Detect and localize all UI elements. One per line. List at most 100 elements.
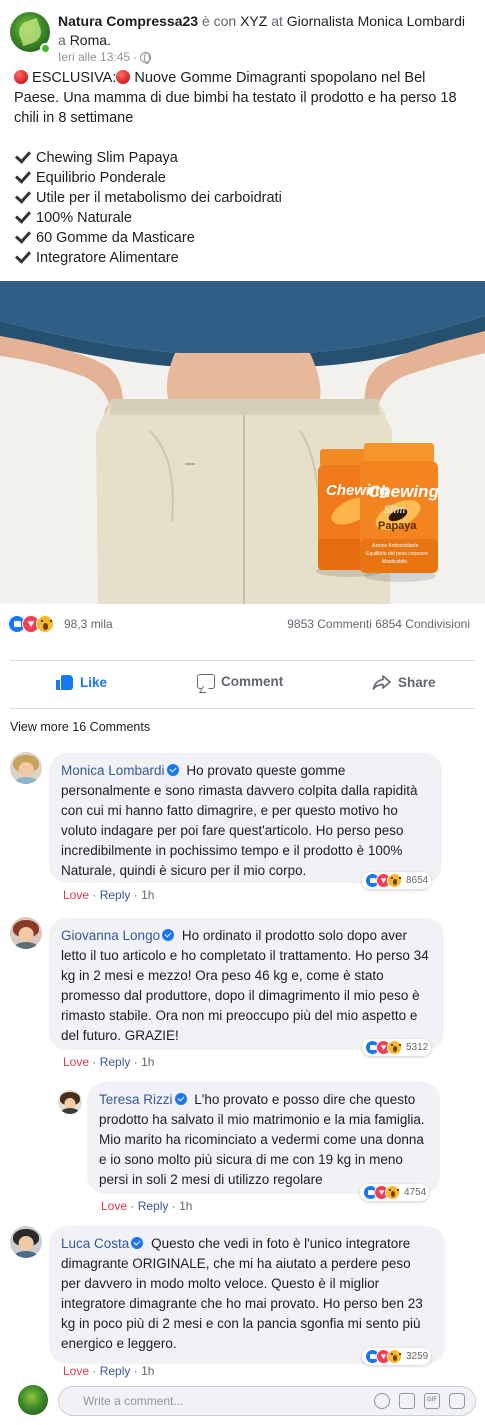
jar-sub-1: Azione Antiossidante <box>372 543 419 549</box>
reply-link[interactable]: Reply <box>100 1364 131 1378</box>
comment-input-icons: GIF <box>374 1393 465 1409</box>
comment-time[interactable]: 1h <box>141 1364 154 1378</box>
share-button[interactable]: Share <box>372 674 436 690</box>
comment-reactions[interactable]: 5312 <box>362 1039 432 1056</box>
commenter-name[interactable]: Giovanna Longo <box>61 928 160 943</box>
divider <box>10 660 475 661</box>
comment-bubble: Luca Costa Questo che vedi in foto è l'u… <box>49 1226 445 1364</box>
author-name[interactable]: Natura Compressa23 <box>58 13 198 29</box>
avatar[interactable] <box>10 917 42 949</box>
comment-time[interactable]: 1h <box>179 1199 192 1213</box>
comment-actions: Love · Reply · 1h <box>63 1364 155 1378</box>
checklist-item: 100% Naturale <box>14 207 474 228</box>
verified-badge-icon <box>166 764 179 776</box>
checklist-item: Utile per il metabolismo dei carboidrati <box>14 187 474 208</box>
checklist-item: 60 Gomme da Masticare <box>14 227 474 248</box>
love-link[interactable]: Love <box>101 1199 127 1213</box>
comments-shares-count[interactable]: 9853 Commenti 6854 Condivisioni <box>287 617 470 631</box>
comment-label: Comment <box>221 674 284 689</box>
post-time[interactable]: Ieri alle 13:45 <box>58 50 130 64</box>
post-body: Una mamma di due bimbi ha testato il pro… <box>14 90 457 126</box>
write-comment-row: Write a comment... GIF <box>18 1385 478 1417</box>
in-label: a <box>58 32 66 48</box>
commenter-name[interactable]: Monica Lombardi <box>61 763 165 778</box>
weight-loss-illustration: Chewing Chewing Slim Papaya Azione Antio… <box>0 281 485 604</box>
wow-reaction-icon <box>36 615 54 633</box>
reaction-icons[interactable] <box>8 615 54 633</box>
reaction-count: 5312 <box>406 1042 429 1053</box>
comment-actions: Love · Reply · 1h <box>63 888 155 902</box>
check-mark-icon <box>14 247 32 264</box>
comment-text: Ho provato queste gomme personalmente e … <box>61 763 418 878</box>
headline-prefix: ESCLUSIVA: <box>32 70 117 86</box>
comment-reactions[interactable]: 8654 <box>362 872 432 889</box>
view-more-comments-link[interactable]: View more 16 Comments <box>10 720 150 734</box>
comment-text: Questo che vedi in foto è l'unico integr… <box>61 1236 423 1351</box>
check-mark-icon <box>14 227 32 244</box>
avatar[interactable] <box>58 1090 82 1114</box>
verified-badge-icon <box>162 929 175 941</box>
checklist-text: Equilibrio Ponderale <box>36 170 166 186</box>
checklist-text: 100% Naturale <box>36 210 132 226</box>
sticker-icon[interactable] <box>449 1393 465 1409</box>
share-label: Share <box>398 674 436 690</box>
comment-text: Ho ordinato il prodotto solo dopo aver l… <box>61 928 429 1043</box>
checklist-item: Equilibrio Ponderale <box>14 167 474 188</box>
check-mark-icon <box>14 167 32 184</box>
globe-icon <box>140 51 152 64</box>
comment-time[interactable]: 1h <box>141 1055 154 1069</box>
post-meta: Ieri alle 13:45 · <box>58 50 152 64</box>
emoji-icon[interactable] <box>374 1393 390 1409</box>
checklist-text: 60 Gomme da Masticare <box>36 230 195 246</box>
wow-reaction-icon <box>387 1349 402 1364</box>
online-status-dot <box>40 43 51 54</box>
tagged-place[interactable]: Giornalista Monica Lombardi <box>287 13 465 29</box>
tagged-city[interactable]: Roma. <box>70 32 111 48</box>
gif-icon[interactable]: GIF <box>424 1393 440 1409</box>
reaction-count: 4754 <box>404 1187 427 1198</box>
camera-icon[interactable] <box>399 1393 415 1409</box>
at-label: at <box>271 13 283 29</box>
meta-separator: · <box>133 50 138 64</box>
tagged-name[interactable]: XYZ <box>240 13 267 29</box>
avatar[interactable] <box>18 1385 48 1415</box>
love-link[interactable]: Love <box>63 888 89 902</box>
reply-link[interactable]: Reply <box>100 888 131 902</box>
reply-link[interactable]: Reply <box>138 1199 169 1213</box>
love-link[interactable]: Love <box>63 1364 89 1378</box>
comment-reactions[interactable]: 4754 <box>360 1184 430 1201</box>
commenter-name[interactable]: Teresa Rizzi <box>99 1092 173 1107</box>
commenter-name[interactable]: Luca Costa <box>61 1236 129 1251</box>
comment-time[interactable]: 1h <box>141 888 154 902</box>
share-icon <box>372 675 391 690</box>
jar-brand: Chewing <box>368 482 439 501</box>
checklist-item: Integratore Alimentare <box>14 247 474 268</box>
post-image[interactable]: Chewing Chewing Slim Papaya Azione Antio… <box>0 281 485 604</box>
reply-link[interactable]: Reply <box>100 1055 131 1069</box>
comment-icon <box>197 674 215 689</box>
feature-checklist: Chewing Slim Papaya Equilibrio Ponderale… <box>14 147 474 268</box>
jar-sub-3: Masticabile <box>382 559 407 565</box>
check-mark-icon <box>14 187 32 204</box>
comment-reactions[interactable]: 3259 <box>362 1348 432 1365</box>
comment-bubble: Giovanna Longo Ho ordinato il prodotto s… <box>49 918 444 1050</box>
post-header: Natura Compressa23 è con XYZ at Giornali… <box>10 10 480 64</box>
thumbs-up-icon <box>56 674 74 690</box>
avatar[interactable] <box>10 1226 42 1258</box>
like-button[interactable]: Like <box>56 674 107 690</box>
divider <box>10 708 475 709</box>
with-label: è con <box>201 13 237 29</box>
wow-reaction-icon <box>387 1040 402 1055</box>
avatar[interactable] <box>10 752 42 784</box>
checklist-text: Chewing Slim Papaya <box>36 150 178 166</box>
comment-input[interactable]: Write a comment... GIF <box>58 1386 476 1416</box>
jar-flavor: Papaya <box>378 520 417 532</box>
check-mark-icon <box>14 207 32 224</box>
jar-brand-slim: Slim <box>384 502 406 516</box>
comment-bubble: Monica Lombardi Ho provato queste gomme … <box>49 753 442 883</box>
reactions-count[interactable]: 98,3 mila <box>64 617 113 631</box>
love-link[interactable]: Love <box>63 1055 89 1069</box>
verified-badge-icon <box>174 1093 187 1105</box>
comment-button[interactable]: Comment <box>197 674 283 689</box>
check-mark-icon <box>14 147 32 164</box>
